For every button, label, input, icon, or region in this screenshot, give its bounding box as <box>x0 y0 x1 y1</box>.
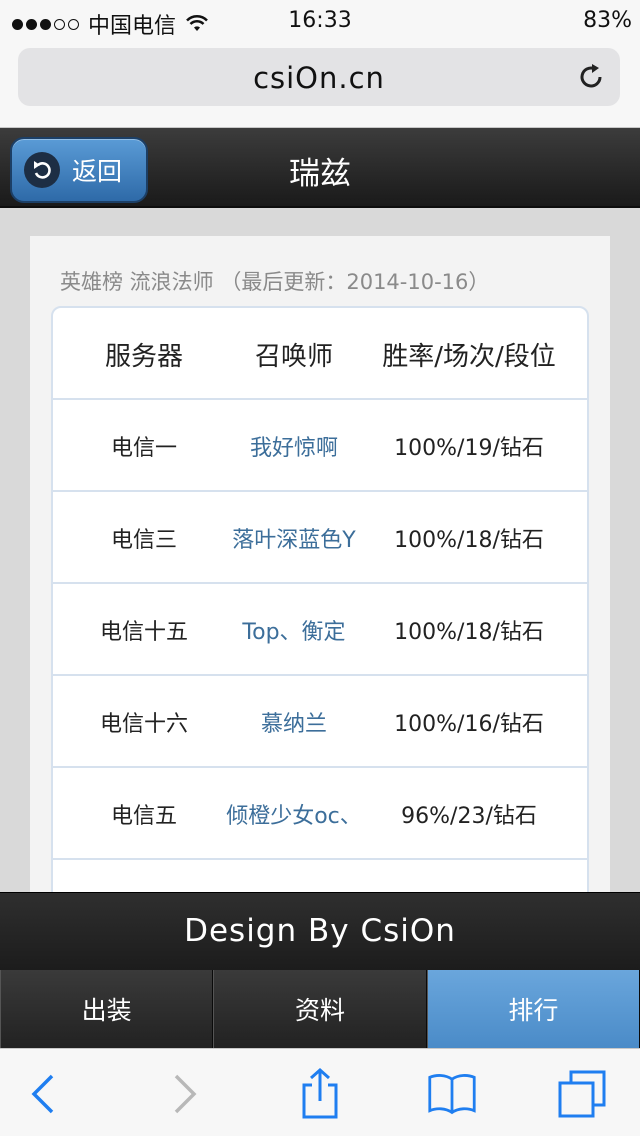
address-bar[interactable]: csiOn.cn <box>18 48 620 106</box>
table-header-row: 服务器 召唤师 胜率/场次/段位 <box>53 308 587 400</box>
back-arrow-icon[interactable] <box>18 1069 68 1119</box>
tabs-icon[interactable] <box>557 1069 607 1119</box>
status-bar: 中国电信 16:33 83% <box>0 0 640 40</box>
stats-cell: 100%/18/钻石 <box>394 528 544 553</box>
table-row: 电信三 落叶深蓝色Y 100%/18/钻石 <box>53 492 587 584</box>
design-credit: Design By CsiOn <box>184 913 456 949</box>
page-title: 瑞兹 <box>289 156 351 192</box>
ranking-card: 英雄榜 流浪法师 （最后更新：2014-10-16） 服务器 召唤师 胜率/场次… <box>30 236 610 936</box>
battery-percent: 83% <box>583 8 632 33</box>
table-row: 电信十六 慕纳兰 100%/16/钻石 <box>53 676 587 768</box>
tab-build[interactable]: 出装 <box>0 970 214 1048</box>
summoner-link[interactable]: 倾橙少女oc、 <box>203 768 385 860</box>
summoner-link[interactable]: 我好惊啊 <box>203 400 385 492</box>
url-text[interactable]: csiOn.cn <box>18 61 620 95</box>
column-header-summoner: 召唤师 <box>254 341 333 372</box>
table-row: 电信五 倾橙少女oc、 96%/23/钻石 <box>53 768 587 860</box>
design-footer: Design By CsiOn <box>0 892 640 970</box>
clock: 16:33 <box>288 8 352 33</box>
stats-cell: 96%/23/钻石 <box>401 804 537 829</box>
table-row: 电信一 我好惊啊 100%/19/钻石 <box>53 400 587 492</box>
bookmarks-icon[interactable] <box>427 1069 477 1119</box>
reload-icon[interactable] <box>576 62 606 92</box>
stats-cell: 100%/16/钻石 <box>394 712 544 737</box>
bottom-tab-bar: 出装 资料 排行 <box>0 970 640 1048</box>
browser-toolbar <box>0 1048 640 1136</box>
summoner-link[interactable]: 慕纳兰 <box>203 676 385 768</box>
forward-arrow-icon[interactable] <box>160 1069 210 1119</box>
summoner-link[interactable]: Top、衡定 <box>203 584 385 676</box>
tab-info[interactable]: 资料 <box>213 970 427 1048</box>
ranking-table: 服务器 召唤师 胜率/场次/段位 电信一 我好惊啊 100%/19/钻石 电信三… <box>51 306 589 936</box>
browser-address-area: csiOn.cn <box>0 40 640 128</box>
stats-cell: 100%/19/钻石 <box>394 436 544 461</box>
stats-cell: 100%/18/钻石 <box>394 620 544 645</box>
column-header-stats: 胜率/场次/段位 <box>382 341 556 372</box>
summoner-link[interactable]: 落叶深蓝色Y <box>203 492 385 584</box>
tab-ranking[interactable]: 排行 <box>426 970 640 1048</box>
app-header: 返回 瑞兹 <box>0 128 640 208</box>
share-icon[interactable] <box>295 1067 345 1119</box>
ranking-subtitle: 英雄榜 流浪法师 （最后更新：2014-10-16） <box>60 270 490 294</box>
table-row: 电信十五 Top、衡定 100%/18/钻石 <box>53 584 587 676</box>
